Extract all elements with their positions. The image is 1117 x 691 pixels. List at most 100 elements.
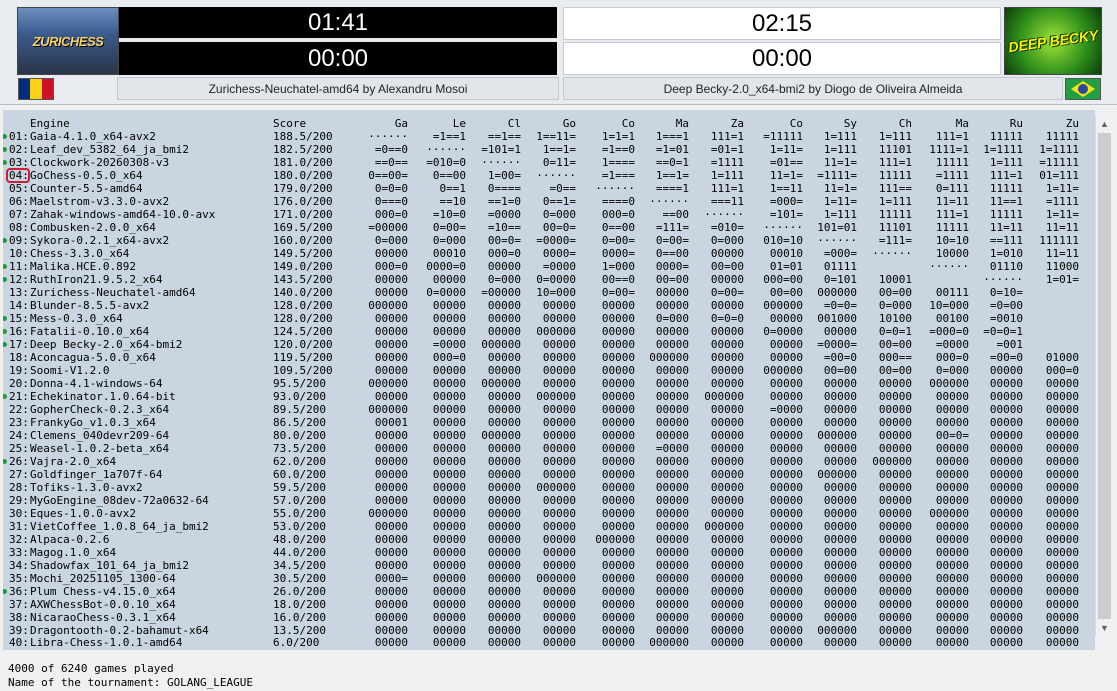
scroll-thumb[interactable] xyxy=(1098,133,1111,619)
table-row[interactable]: 27: Goldfinger_1a707f-64 60.0/200 00000 0000… xyxy=(3,468,1095,481)
table-row[interactable]: 26: Vajra-2.0_x64 62.0/200 00000 00000 00000 0… xyxy=(3,455,1095,468)
rank-cell: 31: xyxy=(9,520,29,533)
result-cell: 00000 xyxy=(989,429,1023,442)
result-cell: 00000 xyxy=(655,416,689,429)
result-cell: 00000 xyxy=(487,468,521,481)
result-cell: 11111 xyxy=(989,130,1023,143)
result-cell: 00000 xyxy=(374,247,408,260)
table-row[interactable]: 10: Chess-3.3.0_x64 149.5/200 00000 00010 000… xyxy=(3,247,1095,260)
status-scrollbar[interactable] xyxy=(1095,636,1112,691)
result-cell: 00000 xyxy=(989,481,1023,494)
table-row[interactable]: 02: Leaf_dev_5382_64_ja_bmi2 182.5/200 =0==… xyxy=(3,143,1095,156)
result-cell: 0000= xyxy=(601,247,635,260)
table-row[interactable]: 31: VietCoffee_1.0.8_64_ja_bmi2 53.0/200 00… xyxy=(3,520,1095,533)
result-cell: 00000 xyxy=(769,377,803,390)
table-row[interactable]: 01: Gaia-4.1.0_x64-avx2 188.5/200 ······ =1=… xyxy=(3,130,1095,143)
result-cell: 00000 xyxy=(823,403,857,416)
table-row[interactable]: 30: Eques-1.0.0-avx2 55.0/200 000000 00000 00… xyxy=(3,507,1095,520)
rank-cell: 27: xyxy=(9,468,29,481)
result-cell: 11111 xyxy=(989,182,1023,195)
table-row[interactable]: 34: Shadowfax_101_64_ja_bmi2 34.5/200 00000… xyxy=(3,559,1095,572)
table-row[interactable]: 36: Plum Chess-v4.15.0_x64 26.0/200 00000 00… xyxy=(3,585,1095,598)
table-row[interactable]: 17: Deep Becky-2.0_x64-bmi2 120.0/200 00000… xyxy=(3,338,1095,351)
result-cell: 00000 xyxy=(542,533,576,546)
result-cell: 01=111 xyxy=(1039,169,1079,182)
table-row[interactable]: 29: MyGoEngine_08dev-72a0632-64 57.0/200 00… xyxy=(3,494,1095,507)
engine-name-cell: Mochi_20251105_1300-64 xyxy=(30,572,176,585)
vertical-scrollbar[interactable]: ▲ ▼ xyxy=(1095,115,1113,636)
result-cell: 00000 xyxy=(935,390,969,403)
result-cell: Ru xyxy=(1009,117,1023,130)
table-row[interactable]: 40: Libra-Chess-1.0.1-amd64 6.0/200 00000 00… xyxy=(3,636,1095,649)
table-row[interactable]: 25: Weasel-1.0.2-beta_x64 73.5/200 00000 000… xyxy=(3,442,1095,455)
result-cell: 00000 xyxy=(1045,585,1079,598)
result-cell: 00000 xyxy=(878,481,912,494)
rank-cell: 10: xyxy=(9,247,29,260)
table-row[interactable]: 20: Donna-4.1-windows-64 95.5/200 000000 000… xyxy=(3,377,1095,390)
result-cell: 00000 xyxy=(1045,442,1079,455)
result-cell: 1=111 xyxy=(989,156,1023,169)
table-row[interactable]: 19: Soomi-V1.2.0 109.5/200 00000 00000 00000 0… xyxy=(3,364,1095,377)
result-cell: 00000 xyxy=(487,533,521,546)
table-row[interactable]: 06: Maelstrom-v3.3.0-avx2 176.0/200 0===0 ==… xyxy=(3,195,1095,208)
result-cell: =0== xyxy=(549,182,577,195)
table-row[interactable]: 24: Clemens_040devr209-64 80.0/200 00000 000… xyxy=(3,429,1095,442)
result-cell: 0000= xyxy=(655,260,689,273)
result-cell: 11=1= xyxy=(769,169,803,182)
table-row[interactable]: 09: Sykora-0.2.1_x64-avx2 160.0/200 0=000 0=… xyxy=(3,234,1095,247)
result-cell: ====0 xyxy=(601,195,635,208)
result-cell: 00000 xyxy=(710,351,744,364)
table-row[interactable]: 11: Malika.HCE.0.892 149.0/200 000=0 0000=0 0… xyxy=(3,260,1095,273)
result-cell: 00000 xyxy=(823,507,857,520)
result-cell: =00=0 xyxy=(823,351,857,364)
result-cell: 01110 xyxy=(989,260,1023,273)
table-row[interactable]: 23: FrankyGo_v1.0.3_x64 86.5/200 00001 00000… xyxy=(3,416,1095,429)
table-row[interactable]: 28: Tofiks-1.3.0-avx2 59.5/200 00000 00000 00… xyxy=(3,481,1095,494)
result-cell: ==1== xyxy=(487,130,521,143)
table-row[interactable]: 03: Clockwork-20260308-v3 181.0/200 ==0== =0… xyxy=(3,156,1095,169)
table-row[interactable]: 18: Aconcagua-5.0.0_x64 119.5/200 00000 000=… xyxy=(3,351,1095,364)
rank-cell: 11: xyxy=(9,260,29,273)
result-cell: Co xyxy=(789,117,803,130)
scroll-up-icon[interactable]: ▲ xyxy=(1096,115,1113,132)
table-row[interactable]: 39: Dragontooth-0.2-bahamut-x64 13.5/200 00… xyxy=(3,624,1095,636)
table-row[interactable]: 14: Blunder-8.5.5-avx2 128.0/200 000000 0000… xyxy=(3,299,1095,312)
result-cell: 00000 xyxy=(601,390,635,403)
result-cell: 11111 xyxy=(878,208,912,221)
result-cell: 00000 xyxy=(432,403,466,416)
result-cell: 00000 xyxy=(823,377,857,390)
score-cell: 160.0/200 xyxy=(273,234,333,247)
table-row[interactable]: 22: GopherCheck-0.2.3_x64 89.5/200 000000 00… xyxy=(3,403,1095,416)
table-row[interactable]: 32: Alpaca-0.2.6 48.0/200 00000 00000 00000 00… xyxy=(3,533,1095,546)
active-engine-dot-icon xyxy=(3,277,7,282)
result-cell: 00000 xyxy=(432,624,466,636)
result-cell: 1=11= xyxy=(1045,182,1079,195)
scroll-down-icon[interactable]: ▼ xyxy=(1096,619,1113,636)
table-row[interactable]: 08: Combusken-2.0.0_x64 169.5/200 =00000 0=0… xyxy=(3,221,1095,234)
result-cell: ······ xyxy=(649,195,689,208)
table-row[interactable]: 21: Echekinator.1.0.64-bit 93.0/200 00000 00… xyxy=(3,390,1095,403)
result-cell: 00000 xyxy=(989,624,1023,636)
result-cell: =1==0 xyxy=(601,143,635,156)
result-cell: 00000 xyxy=(710,468,744,481)
table-row[interactable]: 38: NicaraoChess-0.3.1_x64 16.0/200 00000 00… xyxy=(3,611,1095,624)
table-row[interactable]: 13: Zurichess-Neuchatel-amd64 140.0/200 000… xyxy=(3,286,1095,299)
table-row[interactable]: 12: RuthIron21.9.5.2_x64 143.5/200 00000 000… xyxy=(3,273,1095,286)
result-cell: 00000 xyxy=(823,533,857,546)
table-row[interactable]: 35: Mochi_20251105_1300-64 30.5/200 0000= 00… xyxy=(3,572,1095,585)
table-row[interactable]: 07: Zahak-windows-amd64-10.0-avx 171.0/200… xyxy=(3,208,1095,221)
match-info-panel: ZURICHESS 01:41 00:00 02:15 00:00 DEEP B… xyxy=(0,0,1117,105)
table-row[interactable]: 37: AXWChessBot-0.0.10_x64 18.0/200 00000 00… xyxy=(3,598,1095,611)
result-cell: 00000 xyxy=(989,520,1023,533)
table-row[interactable]: 15: Mess-0.3.0_x64 128.0/200 00000 00000 0000… xyxy=(3,312,1095,325)
table-header[interactable]: Engine Score Ga Le Cl Go Co Ma Za Co Sy Ch Ma Ru Zu xyxy=(3,117,1095,130)
table-row[interactable]: 04: GoChess-0.5.0_x64 180.0/200 0==00= 0==00… xyxy=(3,169,1095,182)
result-cell: 0=00= xyxy=(601,234,635,247)
black-clock-sub: 00:00 xyxy=(563,42,1001,75)
result-cell: ==1=0 xyxy=(487,195,521,208)
table-row[interactable]: 16: Fatalii-0.10.0_x64 124.5/200 00000 00000… xyxy=(3,325,1095,338)
table-row[interactable]: 05: Counter-5.5-amd64 179.0/200 0=0=0 0==1 0=… xyxy=(3,182,1095,195)
result-cell: =0=0=1 xyxy=(983,325,1023,338)
table-row[interactable]: 33: Magog.1.0_x64 44.0/200 00000 00000 00000 0… xyxy=(3,546,1095,559)
result-cell: ==10 xyxy=(439,195,467,208)
